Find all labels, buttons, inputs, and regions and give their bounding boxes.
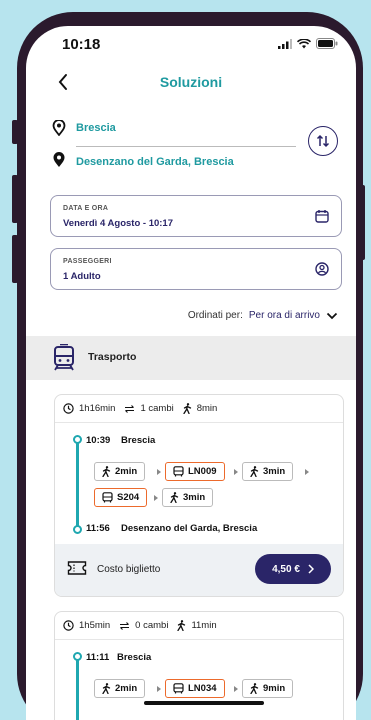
phone-side-button bbox=[12, 120, 18, 144]
origin-pin-icon bbox=[52, 120, 66, 136]
wifi-icon bbox=[297, 38, 311, 48]
transfer-icon bbox=[120, 621, 130, 630]
sort-label: Ordinati per: bbox=[187, 310, 243, 321]
leg-label: LN034 bbox=[188, 683, 217, 694]
battery-icon bbox=[316, 38, 338, 49]
walk-icon bbox=[250, 466, 259, 477]
transfer-icon bbox=[125, 404, 135, 413]
walk-icon bbox=[250, 683, 259, 694]
phone-volume-up bbox=[12, 175, 18, 223]
ticket-cost-label: Costo biglietto bbox=[97, 564, 161, 575]
date-time-value: Venerdì 4 Agosto - 10:17 bbox=[63, 218, 173, 229]
user-icon bbox=[315, 262, 329, 276]
header: Soluzioni bbox=[26, 68, 356, 100]
solution-walk-time: 11min bbox=[191, 620, 217, 631]
departure-stop: Brescia bbox=[117, 652, 152, 663]
itinerary-line bbox=[76, 440, 79, 528]
solution-summary: 1h16min 1 cambi 8min bbox=[55, 395, 343, 423]
solution-duration: 1h5min bbox=[79, 620, 111, 631]
phone-power-button bbox=[359, 185, 365, 260]
clock-icon bbox=[63, 620, 74, 631]
leg-label: S204 bbox=[117, 492, 140, 503]
bus-icon bbox=[173, 683, 184, 694]
leg-arrow-icon bbox=[157, 469, 161, 475]
leg-label: 9min bbox=[263, 683, 286, 694]
leg-label: LN009 bbox=[188, 466, 217, 477]
walk-icon bbox=[183, 403, 191, 414]
passengers-field[interactable]: PASSEGGERI 1 Adulto bbox=[50, 248, 342, 290]
leg-arrow-icon bbox=[234, 686, 238, 692]
walk-icon bbox=[102, 466, 111, 477]
destination-input[interactable]: Desenzano del Garda, Brescia bbox=[76, 156, 234, 168]
leg-arrow-icon bbox=[157, 686, 161, 692]
calendar-icon bbox=[315, 210, 329, 223]
leg-label: 3min bbox=[183, 492, 206, 503]
bus-icon bbox=[102, 492, 113, 503]
walk-icon bbox=[177, 620, 186, 631]
departure-time: 11:11 bbox=[86, 652, 110, 663]
date-time-field[interactable]: DATA E ORA Venerdì 4 Agosto - 10:17 bbox=[50, 195, 342, 237]
status-time: 10:18 bbox=[62, 36, 101, 53]
walk-icon bbox=[170, 492, 179, 503]
chevron-right-icon bbox=[308, 564, 314, 574]
home-indicator[interactable] bbox=[144, 701, 264, 705]
route-divider bbox=[76, 146, 296, 147]
arrival-dot bbox=[73, 525, 82, 534]
leg-label: 2min bbox=[115, 683, 138, 694]
status-bar: 10:18 bbox=[26, 26, 356, 66]
buy-ticket-button[interactable]: 4,50 € bbox=[255, 554, 331, 584]
clock-icon bbox=[63, 403, 74, 414]
departure-stop: Brescia bbox=[121, 435, 156, 446]
ticket-icon bbox=[67, 561, 87, 575]
ticket-price: 4,50 € bbox=[272, 563, 300, 575]
leg-label: 2min bbox=[115, 466, 138, 477]
departure-dot bbox=[73, 435, 82, 444]
departure-time: 10:39 bbox=[86, 435, 111, 446]
passengers-value: 1 Adulto bbox=[63, 271, 101, 282]
transport-section-header: Trasporto bbox=[26, 336, 356, 380]
leg-label: 3min bbox=[263, 466, 286, 477]
solution-changes: 1 cambi bbox=[140, 403, 174, 414]
status-icons bbox=[278, 38, 338, 49]
section-title: Trasporto bbox=[88, 351, 137, 363]
phone-volume-down bbox=[12, 235, 18, 283]
origin-input[interactable]: Brescia bbox=[76, 122, 116, 134]
leg-arrow-icon bbox=[154, 495, 158, 501]
signal-icon bbox=[278, 38, 292, 49]
walk-leg-chip[interactable]: 3min bbox=[242, 462, 294, 481]
solution-card[interactable]: 1h16min 1 cambi 8min 10:39 Brescia 2min … bbox=[54, 394, 344, 597]
solution-summary: 1h5min 0 cambi 11min bbox=[55, 612, 343, 640]
sort-control[interactable]: Ordinati per: Per ora di arrivo bbox=[188, 310, 338, 321]
leg-arrow-icon bbox=[305, 469, 309, 475]
passengers-label: PASSEGGERI bbox=[63, 258, 112, 265]
walk-icon bbox=[102, 683, 111, 694]
departure-dot bbox=[73, 652, 82, 661]
arrival-time: 11:56 bbox=[86, 523, 110, 534]
swap-route-button[interactable] bbox=[308, 126, 338, 156]
swap-icon bbox=[316, 134, 330, 148]
arrival-stop: Desenzano del Garda, Brescia bbox=[121, 523, 258, 534]
bus-leg-chip[interactable]: LN009 bbox=[165, 462, 225, 481]
chevron-down-icon bbox=[326, 312, 338, 319]
solution-duration: 1h16min bbox=[79, 403, 116, 414]
walk-leg-chip[interactable]: 3min bbox=[162, 488, 214, 507]
bus-leg-chip[interactable]: LN034 bbox=[165, 679, 225, 698]
bus-icon bbox=[173, 466, 184, 477]
leg-arrow-icon bbox=[234, 469, 238, 475]
train-icon bbox=[54, 344, 74, 371]
solution-changes: 0 cambi bbox=[135, 620, 169, 631]
itinerary-line bbox=[76, 657, 79, 720]
solution-walk-time: 8min bbox=[196, 403, 218, 414]
walk-leg-chip[interactable]: 9min bbox=[242, 679, 294, 698]
walk-leg-chip[interactable]: 2min bbox=[94, 462, 146, 481]
ticket-cost-row: Costo biglietto 4,50 € bbox=[55, 544, 343, 596]
date-time-label: DATA E ORA bbox=[63, 205, 109, 212]
walk-leg-chip[interactable]: 2min bbox=[94, 679, 146, 698]
sort-value: Per ora di arrivo bbox=[248, 310, 320, 321]
destination-pin-icon bbox=[53, 152, 65, 167]
page-title: Soluzioni bbox=[159, 74, 223, 90]
bus-leg-chip[interactable]: S204 bbox=[94, 488, 148, 507]
app-screen: 10:18 Soluzioni Brescia Desenzano del Ga… bbox=[26, 26, 356, 720]
